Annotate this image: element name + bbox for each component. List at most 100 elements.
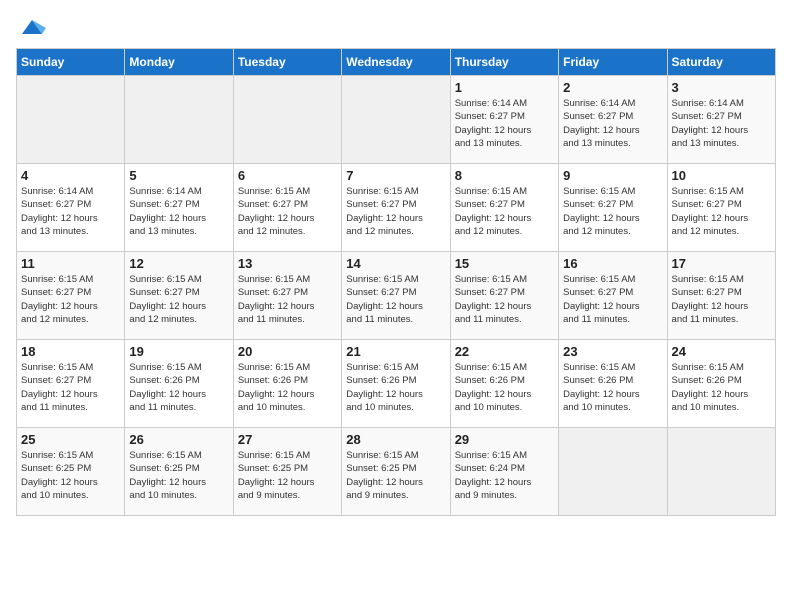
day-info: Sunrise: 6:15 AMSunset: 6:27 PMDaylight:… [563,273,662,326]
day-number: 13 [238,256,337,271]
day-info: Sunrise: 6:15 AMSunset: 6:27 PMDaylight:… [21,273,120,326]
weekday-header-wednesday: Wednesday [342,49,450,76]
calendar-cell [17,76,125,164]
day-info: Sunrise: 6:15 AMSunset: 6:26 PMDaylight:… [563,361,662,414]
calendar-week-1: 4 Sunrise: 6:14 AMSunset: 6:27 PMDaylight… [17,164,776,252]
day-number: 10 [672,168,771,183]
day-info: Sunrise: 6:15 AMSunset: 6:27 PMDaylight:… [238,273,337,326]
day-number: 19 [129,344,228,359]
day-info: Sunrise: 6:15 AMSunset: 6:24 PMDaylight:… [455,449,554,502]
calendar-table: SundayMondayTuesdayWednesdayThursdayFrid… [16,48,776,516]
day-number: 22 [455,344,554,359]
day-info: Sunrise: 6:15 AMSunset: 6:27 PMDaylight:… [563,185,662,238]
weekday-header-saturday: Saturday [667,49,775,76]
calendar-header: SundayMondayTuesdayWednesdayThursdayFrid… [17,49,776,76]
day-number: 26 [129,432,228,447]
day-info: Sunrise: 6:15 AMSunset: 6:27 PMDaylight:… [672,185,771,238]
day-info: Sunrise: 6:15 AMSunset: 6:26 PMDaylight:… [455,361,554,414]
day-number: 11 [21,256,120,271]
calendar-cell: 27 Sunrise: 6:15 AMSunset: 6:25 PMDayligh… [233,428,341,516]
page-header [16,16,776,38]
calendar-cell [667,428,775,516]
calendar-cell: 16 Sunrise: 6:15 AMSunset: 6:27 PMDayligh… [559,252,667,340]
calendar-cell: 7 Sunrise: 6:15 AMSunset: 6:27 PMDaylight… [342,164,450,252]
day-number: 14 [346,256,445,271]
calendar-cell [559,428,667,516]
weekday-row: SundayMondayTuesdayWednesdayThursdayFrid… [17,49,776,76]
calendar-cell: 28 Sunrise: 6:15 AMSunset: 6:25 PMDayligh… [342,428,450,516]
day-number: 20 [238,344,337,359]
weekday-header-sunday: Sunday [17,49,125,76]
calendar-week-2: 11 Sunrise: 6:15 AMSunset: 6:27 PMDayligh… [17,252,776,340]
weekday-header-friday: Friday [559,49,667,76]
day-number: 24 [672,344,771,359]
calendar-cell: 1 Sunrise: 6:14 AMSunset: 6:27 PMDaylight… [450,76,558,164]
calendar-cell: 29 Sunrise: 6:15 AMSunset: 6:24 PMDayligh… [450,428,558,516]
day-info: Sunrise: 6:15 AMSunset: 6:26 PMDaylight:… [238,361,337,414]
day-number: 27 [238,432,337,447]
calendar-cell: 11 Sunrise: 6:15 AMSunset: 6:27 PMDayligh… [17,252,125,340]
day-info: Sunrise: 6:14 AMSunset: 6:27 PMDaylight:… [455,97,554,150]
day-info: Sunrise: 6:15 AMSunset: 6:27 PMDaylight:… [455,273,554,326]
day-info: Sunrise: 6:15 AMSunset: 6:27 PMDaylight:… [346,185,445,238]
calendar-cell: 20 Sunrise: 6:15 AMSunset: 6:26 PMDayligh… [233,340,341,428]
day-number: 3 [672,80,771,95]
calendar-week-4: 25 Sunrise: 6:15 AMSunset: 6:25 PMDayligh… [17,428,776,516]
day-number: 6 [238,168,337,183]
day-number: 23 [563,344,662,359]
day-number: 2 [563,80,662,95]
calendar-cell: 21Sunrise: 6:15 AMSunset: 6:26 PMDayligh… [342,340,450,428]
calendar-cell: 9 Sunrise: 6:15 AMSunset: 6:27 PMDaylight… [559,164,667,252]
day-info: Sunrise: 6:15 AMSunset: 6:25 PMDaylight:… [238,449,337,502]
day-number: 25 [21,432,120,447]
day-number: 16 [563,256,662,271]
logo [16,16,46,38]
day-number: 12 [129,256,228,271]
calendar-cell: 24 Sunrise: 6:15 AMSunset: 6:26 PMDayligh… [667,340,775,428]
day-number: 7 [346,168,445,183]
calendar-cell: 6Sunrise: 6:15 AMSunset: 6:27 PMDaylight… [233,164,341,252]
calendar-cell: 15 Sunrise: 6:15 AMSunset: 6:27 PMDayligh… [450,252,558,340]
calendar-cell: 25 Sunrise: 6:15 AMSunset: 6:25 PMDayligh… [17,428,125,516]
day-info: Sunrise: 6:15 AMSunset: 6:26 PMDaylight:… [672,361,771,414]
day-number: 17 [672,256,771,271]
calendar-cell: 10 Sunrise: 6:15 AMSunset: 6:27 PMDayligh… [667,164,775,252]
day-number: 9 [563,168,662,183]
day-info: Sunrise: 6:14 AMSunset: 6:27 PMDaylight:… [21,185,120,238]
day-info: Sunrise: 6:15 AMSunset: 6:25 PMDaylight:… [346,449,445,502]
calendar-cell: 17 Sunrise: 6:15 AMSunset: 6:27 PMDayligh… [667,252,775,340]
day-info: Sunrise: 6:15 AMSunset: 6:27 PMDaylight:… [672,273,771,326]
day-info: Sunrise: 6:15 AMSunset: 6:27 PMDaylight:… [346,273,445,326]
calendar-cell: 19 Sunrise: 6:15 AMSunset: 6:26 PMDayligh… [125,340,233,428]
calendar-cell: 8 Sunrise: 6:15 AMSunset: 6:27 PMDaylight… [450,164,558,252]
weekday-header-tuesday: Tuesday [233,49,341,76]
day-info: Sunrise: 6:14 AMSunset: 6:27 PMDaylight:… [129,185,228,238]
day-number: 18 [21,344,120,359]
day-info: Sunrise: 6:15 AMSunset: 6:25 PMDaylight:… [21,449,120,502]
day-info: Sunrise: 6:15 AMSunset: 6:26 PMDaylight:… [346,361,445,414]
day-info: Sunrise: 6:15 AMSunset: 6:26 PMDaylight:… [129,361,228,414]
calendar-cell [233,76,341,164]
day-number: 15 [455,256,554,271]
day-number: 4 [21,168,120,183]
day-number: 8 [455,168,554,183]
calendar-body: 1 Sunrise: 6:14 AMSunset: 6:27 PMDaylight… [17,76,776,516]
day-number: 5 [129,168,228,183]
day-info: Sunrise: 6:15 AMSunset: 6:25 PMDaylight:… [129,449,228,502]
day-info: Sunrise: 6:15 AMSunset: 6:27 PMDaylight:… [455,185,554,238]
calendar-cell: 13 Sunrise: 6:15 AMSunset: 6:27 PMDayligh… [233,252,341,340]
weekday-header-monday: Monday [125,49,233,76]
day-number: 29 [455,432,554,447]
calendar-cell: 12Sunrise: 6:15 AMSunset: 6:27 PMDayligh… [125,252,233,340]
weekday-header-thursday: Thursday [450,49,558,76]
day-number: 28 [346,432,445,447]
calendar-cell: 26 Sunrise: 6:15 AMSunset: 6:25 PMDayligh… [125,428,233,516]
calendar-cell [125,76,233,164]
calendar-cell: 5 Sunrise: 6:14 AMSunset: 6:27 PMDaylight… [125,164,233,252]
calendar-week-0: 1 Sunrise: 6:14 AMSunset: 6:27 PMDaylight… [17,76,776,164]
day-number: 1 [455,80,554,95]
calendar-cell: 22 Sunrise: 6:15 AMSunset: 6:26 PMDayligh… [450,340,558,428]
calendar-week-3: 18Sunrise: 6:15 AMSunset: 6:27 PMDayligh… [17,340,776,428]
logo-icon [18,16,46,38]
calendar-cell: 18Sunrise: 6:15 AMSunset: 6:27 PMDayligh… [17,340,125,428]
